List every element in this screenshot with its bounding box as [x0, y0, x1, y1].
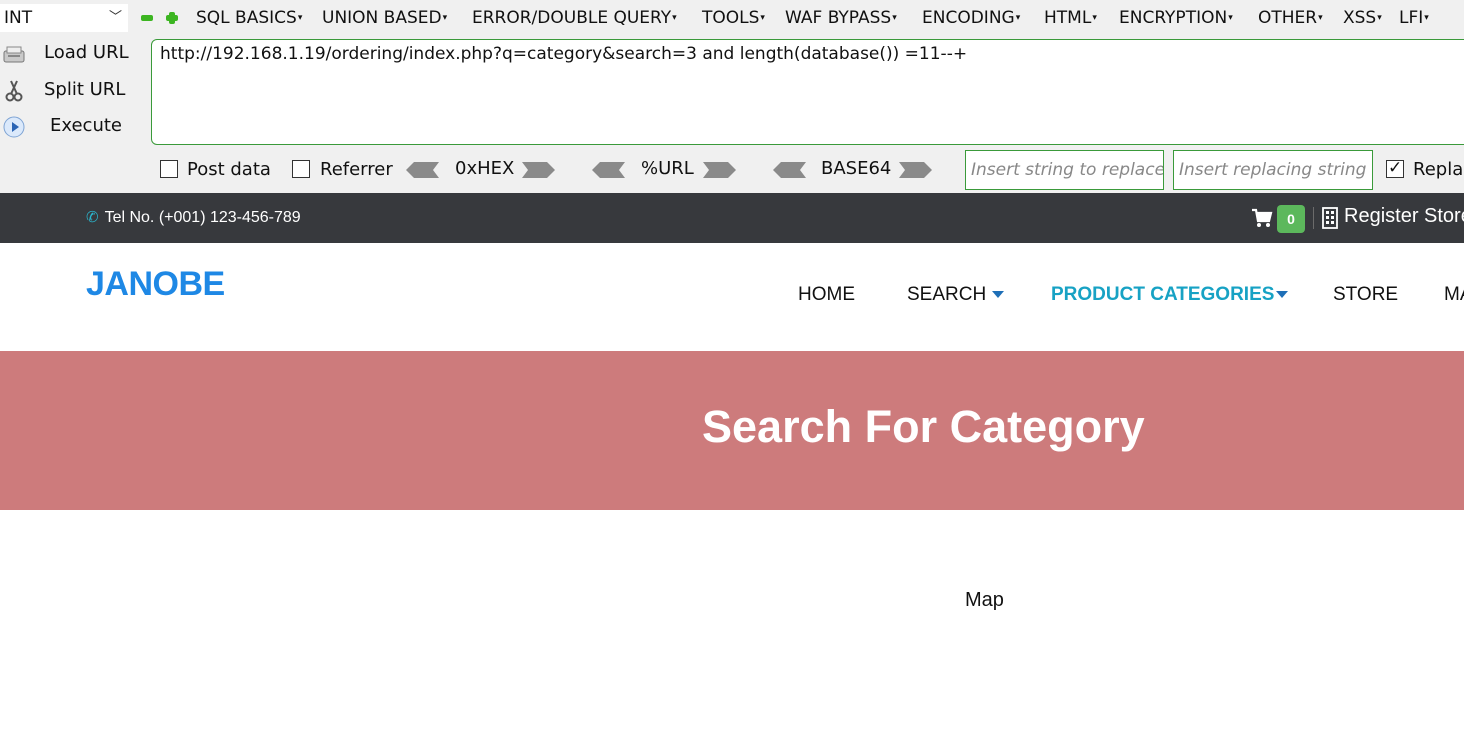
- site-topbar: ✆ Tel No. (+001) 123-456-789 0 Register S…: [0, 193, 1464, 243]
- nav-search[interactable]: SEARCH: [907, 284, 1005, 306]
- url-encoding-label: %URL: [641, 158, 694, 179]
- referrer-checkbox[interactable]: [292, 160, 310, 178]
- load-url-label: Load URL: [44, 42, 129, 63]
- caret-down-icon: [992, 291, 1005, 299]
- replace-string-placeholder: Insert string to replace: [971, 160, 1164, 180]
- increment-icon[interactable]: [166, 12, 178, 24]
- url-encode-arrow-icon[interactable]: [703, 161, 737, 179]
- base64-encode-arrow-icon[interactable]: [899, 161, 933, 179]
- hex-decode-arrow-icon[interactable]: [405, 161, 439, 179]
- load-url-icon: [3, 46, 25, 63]
- phone-icon: ✆: [86, 209, 99, 226]
- hackbar-menubar: INT ﹀ SQL BASICS▾ UNION BASED▾ ERROR/DOU…: [0, 0, 1464, 38]
- split-url-button[interactable]: Split URL: [0, 75, 140, 107]
- menu-encryption[interactable]: ENCRYPTION▾: [1119, 8, 1233, 28]
- menu-error-double-query[interactable]: ERROR/DOUBLE QUERY▾: [472, 8, 677, 28]
- load-url-button[interactable]: Load URL: [0, 38, 140, 70]
- hackbar-options-row: Post data Referrer 0xHEX %URL BASE64 Ins…: [0, 150, 1464, 190]
- nav-search-label: SEARCH: [907, 284, 987, 305]
- post-data-label: Post data: [187, 159, 271, 180]
- page-title: Search For Category: [702, 401, 1145, 452]
- menu-union-based[interactable]: UNION BASED▾: [322, 8, 447, 28]
- scissors-icon: [5, 80, 23, 102]
- nav-product-categories-label: PRODUCT CATEGORIES: [1051, 284, 1275, 305]
- menu-html[interactable]: HTML▾: [1044, 8, 1097, 28]
- caret-down-icon: [1276, 291, 1289, 299]
- hex-encode-arrow-icon[interactable]: [522, 161, 556, 179]
- nav-home[interactable]: HOME: [798, 284, 855, 306]
- topbar-divider: [1313, 207, 1314, 229]
- url-textarea[interactable]: http://192.168.1.19/ordering/index.php?q…: [151, 39, 1464, 145]
- telephone-text: Tel No. (+001) 123-456-789: [104, 209, 301, 226]
- execute-button[interactable]: Execute: [0, 111, 140, 143]
- post-data-checkbox[interactable]: [160, 160, 178, 178]
- replace-string-input[interactable]: Insert string to replace: [965, 150, 1164, 190]
- split-url-label: Split URL: [44, 79, 126, 100]
- replace-all-checkbox[interactable]: [1386, 158, 1404, 178]
- play-icon: [3, 116, 25, 138]
- replacing-string-input[interactable]: Insert replacing string: [1173, 150, 1373, 190]
- site-navbar: JANOBE HOME SEARCH PRODUCT CATEGORIES ST…: [0, 243, 1464, 351]
- replace-all-label: Replace All: [1413, 159, 1464, 180]
- site-logo[interactable]: JANOBE: [86, 265, 225, 304]
- register-store-link[interactable]: Register Store: [1344, 205, 1464, 228]
- menu-xss[interactable]: XSS▾: [1343, 8, 1382, 28]
- map-label: Map: [965, 589, 1004, 611]
- replacing-string-placeholder: Insert replacing string: [1179, 160, 1367, 180]
- injection-type-select[interactable]: INT ﹀: [0, 4, 128, 32]
- referrer-label: Referrer: [320, 159, 393, 180]
- chevron-down-icon: ﹀: [108, 10, 122, 25]
- hackbar-panel: INT ﹀ SQL BASICS▾ UNION BASED▾ ERROR/DOU…: [0, 0, 1464, 194]
- menu-tools[interactable]: TOOLS▾: [702, 8, 765, 28]
- base64-decode-arrow-icon[interactable]: [772, 161, 806, 179]
- cart-icon[interactable]: [1251, 207, 1273, 229]
- nav-store[interactable]: STORE: [1333, 284, 1398, 306]
- menu-lfi[interactable]: LFI▾: [1399, 8, 1429, 28]
- execute-label: Execute: [50, 115, 122, 136]
- menu-waf-bypass[interactable]: WAF BYPASS▾: [785, 8, 897, 28]
- url-text: http://192.168.1.19/ordering/index.php?q…: [160, 44, 968, 64]
- base64-label: BASE64: [821, 158, 892, 179]
- injection-type-value: INT: [4, 8, 33, 28]
- hex-label: 0xHEX: [455, 158, 515, 179]
- decrement-icon[interactable]: [141, 13, 153, 23]
- cart-count-badge[interactable]: 0: [1277, 205, 1305, 233]
- menu-sql-basics[interactable]: SQL BASICS▾: [196, 8, 302, 28]
- nav-map[interactable]: MAP: [1444, 284, 1464, 306]
- page-banner: Search For Category: [0, 351, 1464, 510]
- url-decode-arrow-icon[interactable]: [591, 161, 625, 179]
- menu-other[interactable]: OTHER▾: [1258, 8, 1323, 28]
- menu-encoding[interactable]: ENCODING▾: [922, 8, 1020, 28]
- telephone-info: ✆ Tel No. (+001) 123-456-789: [86, 208, 301, 227]
- nav-product-categories[interactable]: PRODUCT CATEGORIES: [1051, 284, 1289, 306]
- building-icon: [1322, 207, 1338, 229]
